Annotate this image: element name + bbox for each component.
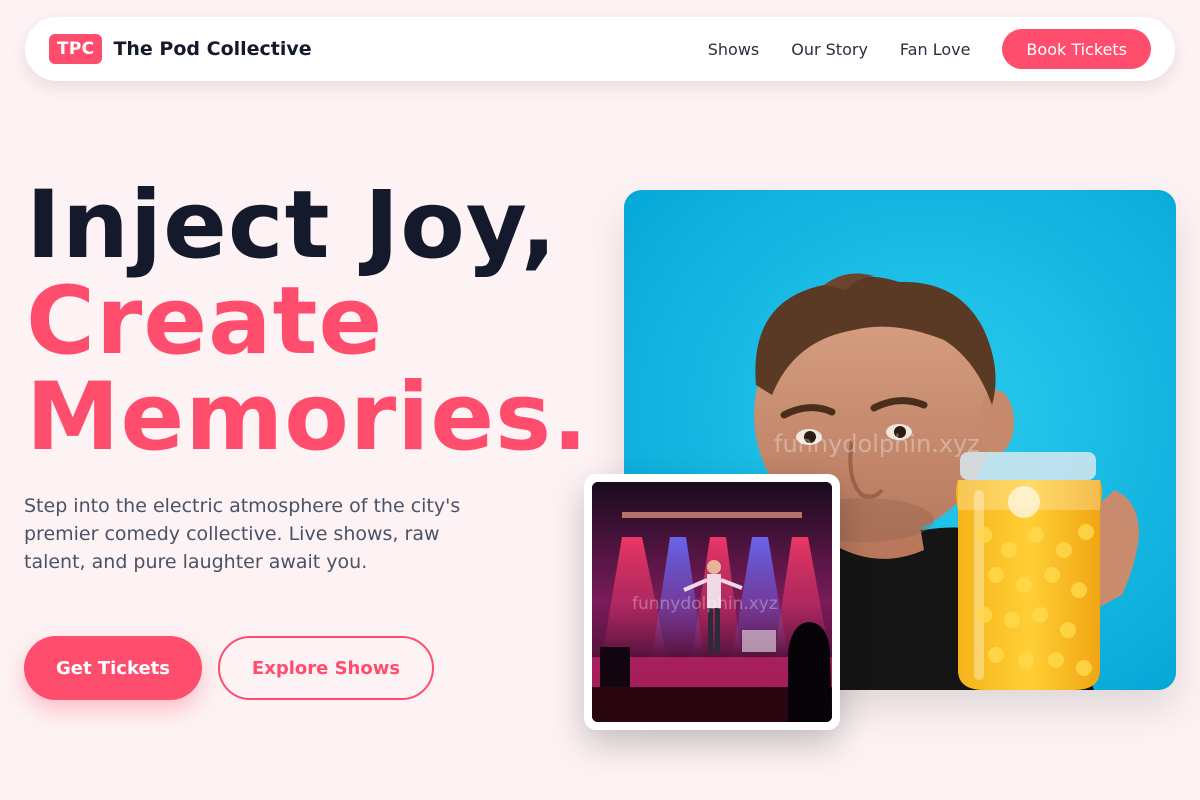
nav-link-shows[interactable]: Shows	[708, 40, 760, 59]
main-photo-watermark: funnydolphin.xyz	[774, 430, 980, 458]
explore-shows-button[interactable]: Explore Shows	[218, 636, 434, 700]
headline-line-1: Inject Joy,	[26, 171, 558, 280]
nav-link-fan-love[interactable]: Fan Love	[900, 40, 971, 59]
book-tickets-button[interactable]: Book Tickets	[1002, 29, 1151, 69]
hero-headline: Inject Joy, Create Memories.	[26, 178, 589, 466]
top-navbar: TPC The Pod Collective Shows Our Story F…	[25, 17, 1175, 81]
logo-badge[interactable]: TPC	[49, 34, 103, 64]
get-tickets-button[interactable]: Get Tickets	[24, 636, 202, 700]
headline-line-2: Create	[26, 267, 384, 376]
stage-photo-watermark: funnydolphin.xyz	[632, 594, 778, 614]
stage-photo: funnydolphin.xyz	[592, 482, 832, 722]
headline-line-3: Memories.	[26, 363, 589, 472]
stage-photo-card: funnydolphin.xyz	[584, 474, 840, 730]
brand-name[interactable]: The Pod Collective	[113, 38, 311, 60]
nav-link-our-story[interactable]: Our Story	[791, 40, 868, 59]
hero-subtext: Step into the electric atmosphere of the…	[24, 495, 461, 573]
nav-links: Shows Our Story Fan Love Book Tickets	[708, 29, 1151, 69]
